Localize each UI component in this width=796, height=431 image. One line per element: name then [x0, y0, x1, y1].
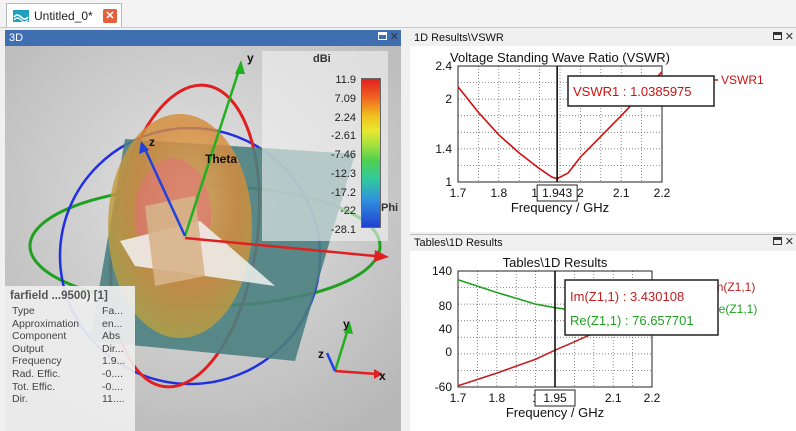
- maximize-icon[interactable]: [378, 32, 387, 40]
- close-panel-icon[interactable]: ✕: [785, 235, 794, 248]
- marker-x-label: 1.943: [542, 186, 572, 200]
- colorbar-unit: dBi: [313, 53, 331, 65]
- marker-value-vswr: VSWR1 : 1.0385975: [573, 84, 692, 99]
- vswr-plot-panel[interactable]: Voltage Standing Wave Ratio (VSWR) 1.7 1.8…: [410, 46, 796, 232]
- colorbar-tick-label: -2.61: [330, 130, 356, 143]
- property-value: Dir...: [102, 342, 124, 355]
- x-tick-label: 1.8: [490, 186, 507, 200]
- colorbar-ramp: [361, 78, 381, 228]
- maximize-icon[interactable]: [773, 237, 782, 245]
- property-key: Output: [12, 342, 44, 355]
- property-row: Frequency 1.9...: [5, 355, 135, 368]
- y-tick-label: 80: [439, 299, 453, 313]
- triad-label-x: x: [379, 369, 386, 383]
- colorbar-tick-label: 2.24: [334, 111, 356, 124]
- document-tab-bar: Untitled_0* ✕: [0, 0, 796, 28]
- farfield-properties: farfield ...9500) [1] Type Fa... Approxima…: [5, 286, 135, 431]
- property-row: Type Fa...: [5, 305, 135, 318]
- colorbar-tick-label: -22: [340, 205, 356, 218]
- colorbar-tick-label: -17.2: [330, 186, 356, 199]
- x-tick-label: 1.7: [450, 391, 467, 405]
- property-value: Fa...: [102, 305, 124, 317]
- x-tick-label: 2: [577, 186, 584, 200]
- property-row: Approximation en...: [5, 318, 135, 331]
- y-tick-label: 40: [439, 322, 453, 336]
- x-tick-label: 2.1: [613, 186, 630, 200]
- property-row: Component Abs: [5, 330, 135, 343]
- close-tab-icon[interactable]: ✕: [103, 8, 117, 23]
- property-key: Approximation: [12, 317, 80, 330]
- impedance-panel-header: Tables\1D Results ✕: [410, 234, 796, 250]
- x-tick-label: 2.1: [605, 391, 622, 405]
- properties-title: farfield ...9500) [1]: [10, 290, 108, 302]
- y-tick-label: 1.4: [435, 142, 452, 156]
- vswr-panel-header: 1D Results\VSWR ✕: [410, 30, 796, 46]
- colorbar-tick-label: -28.1: [330, 224, 356, 236]
- marker-x-label: 1.95: [543, 391, 567, 405]
- vswr-chart: Voltage Standing Wave Ratio (VSWR) 1.7 1.8…: [435, 50, 764, 215]
- impedance-chart: Tables\1D Results1.71.812.12.214080400-6…: [432, 255, 757, 420]
- colorbar-tick-label: -7.46: [330, 149, 356, 161]
- y-tick-label: 2: [445, 92, 452, 106]
- phi-label: Phi: [381, 202, 399, 214]
- theta-label: Theta: [205, 152, 238, 166]
- colorbar-tick-label: 7.09: [334, 92, 356, 105]
- impedance-panel-title: Tables\1D Results: [414, 236, 503, 249]
- y-tick-label: 2.4: [435, 59, 452, 73]
- x-tick-label: 1.7: [450, 186, 467, 200]
- document-tab-title: Untitled_0*: [34, 8, 93, 23]
- colorbar-tick-label: 11.9: [335, 74, 356, 86]
- chart-title: Voltage Standing Wave Ratio (VSWR): [450, 50, 670, 65]
- property-value: 1.9...: [102, 355, 126, 368]
- property-value: Abs: [102, 330, 121, 343]
- property-row: Output Dir...: [5, 343, 135, 356]
- property-value: -0....: [102, 380, 124, 393]
- y-tick-label: 140: [432, 264, 452, 278]
- close-panel-icon[interactable]: ✕: [785, 30, 794, 43]
- x-axis-label: Frequency / GHz: [506, 405, 604, 420]
- x-tick-label: 2.2: [644, 391, 661, 405]
- axis-label-z: z: [149, 135, 155, 149]
- colorbar-tick-label: -12.3: [330, 167, 356, 180]
- x-axis-label: Frequency / GHz: [511, 200, 609, 215]
- y-tick-label: -60: [435, 380, 453, 394]
- property-key: Component: [12, 330, 67, 343]
- property-row: Dir. 11....: [5, 393, 135, 406]
- document-tab[interactable]: Untitled_0* ✕: [6, 3, 122, 27]
- maximize-icon[interactable]: [773, 32, 782, 40]
- property-value: 11....: [102, 393, 125, 406]
- y-tick-label: 1: [445, 175, 452, 189]
- close-panel-icon[interactable]: ✕: [390, 30, 399, 43]
- y-tick-label: 0: [445, 345, 452, 359]
- x-tick-label: 2.2: [654, 186, 671, 200]
- triad-label-z: z: [318, 347, 324, 361]
- property-key: Frequency: [12, 355, 62, 368]
- marker-value-im: Im(Z1,1) : 3.430108: [570, 289, 684, 304]
- app-window: Untitled_0* ✕ 3D ✕ y z y z x dBi 11.9 7.…: [0, 0, 796, 431]
- property-key: Rad. Effic.: [12, 367, 61, 380]
- property-key: Dir.: [12, 393, 28, 406]
- marker-value-re: Re(Z1,1) : 76.657701: [570, 313, 694, 328]
- app-logo-icon: [13, 9, 29, 22]
- view3d-title: 3D: [9, 32, 24, 44]
- triad-label-y: y: [343, 317, 350, 331]
- x-tick-label: 1.8: [488, 391, 505, 405]
- property-key: Tot. Effic.: [12, 380, 55, 393]
- property-row: Rad. Effic. -0....: [5, 368, 135, 381]
- chart-title: Tables\1D Results: [503, 255, 608, 270]
- impedance-plot-panel[interactable]: Tables\1D Results1.71.812.12.214080400-6…: [410, 251, 796, 431]
- axis-label-y: y: [247, 51, 254, 65]
- property-value: -0....: [102, 367, 124, 380]
- legend-vswr1: VSWR1: [721, 73, 764, 87]
- property-key: Type: [12, 305, 35, 317]
- vswr-panel-title: 1D Results\VSWR: [414, 32, 504, 44]
- view3d-header: 3D ✕: [5, 30, 401, 46]
- property-value: en...: [102, 317, 123, 330]
- property-row: Tot. Effic. -0....: [5, 381, 135, 394]
